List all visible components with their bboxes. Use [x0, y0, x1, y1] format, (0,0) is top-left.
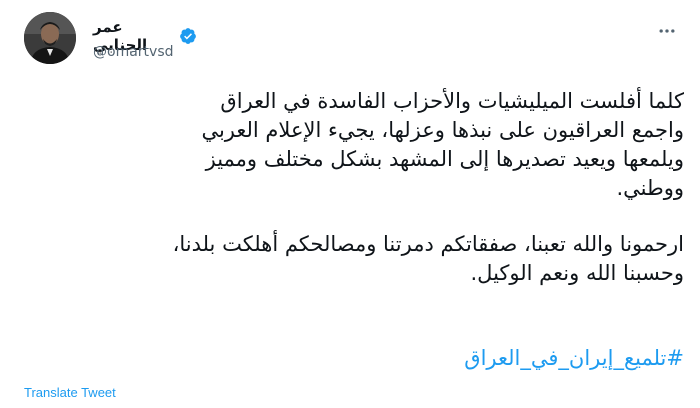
more-options-button[interactable]: [650, 14, 684, 48]
verified-badge-icon: [180, 28, 196, 44]
avatar[interactable]: [24, 12, 76, 64]
tweet-text: كلما أفلست الميليشيات والأحزاب الفاسدة ف…: [24, 87, 684, 288]
tweet-paragraph-1: كلما أفلست الميليشيات والأحزاب الفاسدة ف…: [201, 89, 684, 200]
more-horizontal-icon: [659, 29, 675, 33]
avatar-image: [24, 12, 76, 64]
tweet-paragraph-2: ارحمونا والله تعبنا، صفقاتكم دمرتنا ومصا…: [172, 232, 684, 285]
hashtag-link[interactable]: #تلميع_إيران_في_العراق: [464, 346, 684, 370]
translate-tweet-link[interactable]: Translate Tweet: [24, 385, 116, 400]
tweet-card: عمر الجنابي @omartvsd كلما أفلست الميليش…: [0, 0, 700, 408]
author-handle[interactable]: @omartvsd: [93, 44, 174, 60]
